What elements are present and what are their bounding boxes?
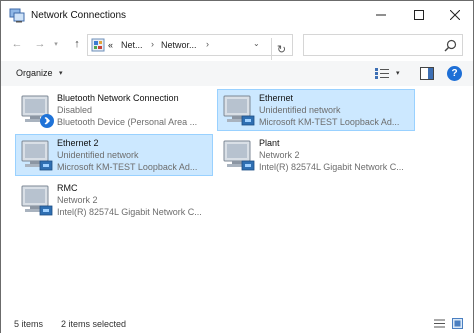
connection-status: Disabled: [57, 105, 93, 115]
connection-device: Microsoft KM-TEST Loopback Ad...: [57, 162, 198, 172]
search-box[interactable]: [303, 34, 463, 56]
connection-name: Ethernet 2: [57, 138, 99, 148]
connection-item-plant[interactable]: Plant Network 2 Intel(R) 82574L Gigabit …: [217, 134, 415, 176]
connection-device: Bluetooth Device (Personal Area ...: [57, 117, 198, 127]
address-bar[interactable]: « Net... › Networ... › ⌄ ↻: [87, 34, 293, 60]
large-icons-view-icon[interactable]: [452, 318, 463, 329]
connection-device: Intel(R) 82574L Gigabit Network C...: [57, 207, 202, 217]
address-dropdown-icon[interactable]: ⌄: [253, 39, 260, 48]
ethernet-adapter-icon: [21, 140, 53, 171]
refresh-icon[interactable]: ↻: [271, 38, 291, 60]
ethernet-adapter-icon: [223, 95, 255, 126]
search-icon[interactable]: [444, 39, 457, 52]
organize-menu[interactable]: Organize: [16, 68, 53, 78]
connection-name: RMC: [57, 183, 78, 193]
connection-device: Intel(R) 82574L Gigabit Network C...: [259, 162, 404, 172]
breadcrumb-chevron-icon[interactable]: ›: [151, 39, 154, 49]
recent-locations-chevron-icon[interactable]: ▾: [51, 36, 61, 52]
connection-status: Network 2: [57, 195, 98, 205]
connection-name: Ethernet: [259, 93, 294, 103]
connection-item-ethernet[interactable]: Ethernet Unidentified network Microsoft …: [217, 89, 415, 131]
minimize-icon: [376, 14, 386, 16]
close-button[interactable]: [437, 1, 473, 29]
connections-list: Bluetooth Network Connection Disabled Bl…: [1, 87, 473, 312]
up-arrow-icon[interactable]: ↑: [69, 36, 85, 52]
forward-arrow-icon[interactable]: →: [32, 36, 48, 52]
minimize-button[interactable]: [363, 1, 399, 29]
status-bar: 5 items 2 items selected: [1, 313, 473, 333]
connection-name: Bluetooth Network Connection: [57, 93, 179, 103]
connection-status: Unidentified network: [57, 150, 139, 160]
connection-item-ethernet-2[interactable]: Ethernet 2 Unidentified network Microsof…: [15, 134, 213, 176]
selection-count: 2 items selected: [61, 319, 127, 329]
connection-name: Plant: [259, 138, 280, 148]
organize-caret-icon[interactable]: ▾: [59, 69, 63, 77]
details-view-icon[interactable]: [434, 318, 445, 329]
network-connections-app-icon: [9, 8, 25, 23]
back-arrow-icon[interactable]: ←: [9, 36, 25, 52]
maximize-button[interactable]: [401, 1, 437, 29]
view-options-caret-icon[interactable]: ▾: [396, 69, 400, 77]
maximize-icon: [414, 10, 424, 20]
control-panel-icon: [91, 38, 105, 52]
breadcrumb-network-and-internet[interactable]: Net...: [121, 40, 143, 50]
ethernet-adapter-icon: [223, 140, 255, 171]
command-bar: Organize ▾ ▾ ?: [1, 61, 473, 86]
navigation-bar: ← → ▾ ↑ « Net... › Networ... › ⌄ ↻: [1, 31, 473, 60]
change-view-icon[interactable]: [375, 67, 389, 80]
breadcrumb-overflow[interactable]: «: [108, 40, 113, 50]
item-count: 5 items: [14, 319, 44, 329]
ethernet-adapter-icon: [21, 185, 53, 216]
window-title: Network Connections: [31, 10, 127, 21]
breadcrumb-chevron-icon[interactable]: ›: [206, 39, 209, 49]
title-bar: Network Connections: [1, 1, 473, 30]
help-icon[interactable]: ?: [447, 66, 462, 81]
connection-status: Network 2: [259, 150, 300, 160]
connection-device: Microsoft KM-TEST Loopback Ad...: [259, 117, 400, 127]
connection-status: Unidentified network: [259, 105, 341, 115]
preview-pane-icon[interactable]: [420, 67, 434, 80]
bluetooth-adapter-icon: [21, 95, 54, 128]
network-connections-window: Network Connections ← → ▾ ↑ « Net... › N…: [0, 0, 474, 333]
breadcrumb-network-connections[interactable]: Networ...: [161, 40, 197, 50]
connection-item-bluetooth[interactable]: Bluetooth Network Connection Disabled Bl…: [15, 89, 213, 131]
connection-item-rmc[interactable]: RMC Network 2 Intel(R) 82574L Gigabit Ne…: [15, 179, 213, 221]
close-icon: [450, 10, 460, 20]
